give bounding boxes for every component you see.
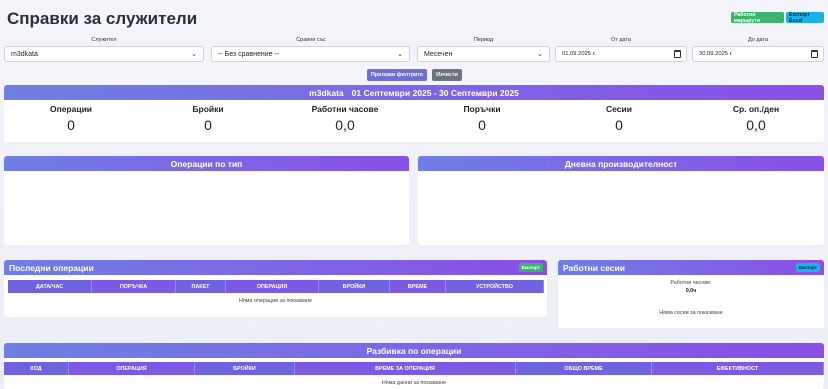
column-header[interactable]: ДАТА/ЧАС: [8, 280, 92, 293]
column-header[interactable]: БРОЙКИ: [319, 280, 390, 293]
apply-filters-button[interactable]: Приложи филтрите: [367, 69, 427, 81]
stat-pieces: Бройки 0: [148, 104, 268, 133]
stats-panel: Операции 0 Бройки 0 Работни часове 0,0 П…: [4, 100, 824, 142]
column-header[interactable]: ВРЕМЕ ЗА ОПЕРАЦИЯ: [295, 362, 516, 375]
stat-orders: Поръчки 0: [422, 104, 542, 133]
recent-operations-card: Последни операции Експорт ДАТА/ЧАС ПОРЪЧ…: [4, 260, 547, 317]
daily-productivity-card: Дневна производителност: [418, 156, 824, 245]
column-header[interactable]: ПОРЪЧКА: [92, 280, 176, 293]
page-title: Справки за служители: [7, 9, 198, 28]
summary-employee: m3dkata: [309, 87, 344, 98]
employee-label: Служител: [91, 37, 117, 43]
from-date-label: От дата: [611, 37, 631, 43]
column-header[interactable]: ЕФЕКТИВНОСТ: [652, 362, 824, 375]
chevron-down-icon: ⌄: [537, 51, 543, 58]
column-header[interactable]: ОПЕРАЦИЯ: [226, 280, 319, 293]
breakdown-empty-message: Няма данни за показване: [381, 380, 447, 386]
summary-range: 01 Септември 2025 - 30 Септември 2025: [351, 87, 519, 98]
column-header[interactable]: БРОЙКИ: [195, 362, 295, 375]
stat-work-hours: Работни часове 0,0: [285, 104, 405, 133]
work-sessions-card: Работни сесии Експорт Работни часове: 0,…: [558, 260, 824, 328]
work-sessions-empty-message: Няма сесии за показване: [659, 310, 723, 316]
recent-operations-empty-message: Няма операции за показване: [238, 298, 313, 304]
calendar-icon[interactable]: [674, 50, 681, 58]
column-header[interactable]: ВРЕМЕ: [390, 280, 446, 293]
chevron-down-icon: ⌄: [397, 51, 403, 58]
stat-label: Бройки: [192, 104, 224, 114]
stat-value: 0: [204, 117, 212, 133]
stat-value: 0: [478, 117, 486, 133]
stat-value: 0: [67, 117, 75, 133]
stat-label: Операции: [49, 104, 93, 114]
stat-label: Сесии: [606, 104, 632, 114]
stat-label: Поръчки: [463, 104, 501, 114]
to-date-input[interactable]: 30.09.2025 г.: [692, 46, 824, 62]
stat-label: Ср. оп./ден: [732, 104, 780, 114]
compare-select-value: -- Без сравнение --: [218, 50, 280, 58]
work-sessions-title: Работни сесии: [558, 260, 824, 275]
column-header[interactable]: ОПЕРАЦИЯ: [69, 362, 195, 375]
column-header[interactable]: ПАКЕТ: [176, 280, 226, 293]
chevron-down-icon: ⌄: [191, 51, 197, 58]
breakdown-card: Разбивка по операции КОД ОПЕРАЦИЯ БРОЙКИ…: [4, 343, 824, 389]
operations-by-type-title: Операции по тип: [4, 156, 409, 171]
stat-value: 0,0: [746, 117, 766, 133]
work-hours-value: 0,0ч: [685, 288, 697, 294]
daily-productivity-title: Дневна производителност: [418, 156, 824, 171]
recent-operations-title: Последни операции: [4, 260, 547, 275]
employee-select[interactable]: m3dkata ⌄: [4, 46, 204, 62]
stat-label: Работни часове: [311, 104, 379, 114]
work-sessions-export-button[interactable]: Експорт: [795, 263, 820, 272]
column-header[interactable]: КОД: [4, 362, 69, 375]
work-routes-button[interactable]: Работни маршрути: [731, 12, 784, 24]
compare-select[interactable]: -- Без сравнение -- ⌄: [211, 46, 410, 62]
recent-operations-export-button[interactable]: Експорт: [518, 263, 543, 272]
stat-operations: Операции 0: [11, 104, 131, 133]
breakdown-table-header: КОД ОПЕРАЦИЯ БРОЙКИ ВРЕМЕ ЗА ОПЕРАЦИЯ ОБ…: [4, 362, 824, 375]
compare-label: Сравни със: [296, 37, 326, 43]
from-date-input[interactable]: 01.09.2025 г.: [555, 46, 687, 62]
stat-avg-ops-per-day: Ср. оп./ден 0,0: [696, 104, 816, 133]
clear-button[interactable]: Изчисти: [432, 69, 462, 81]
stat-value: 0: [615, 117, 623, 133]
stat-value: 0,0: [335, 117, 355, 133]
from-date-value: 01.09.2025 г.: [562, 51, 596, 57]
employee-select-value: m3dkata: [11, 50, 38, 58]
period-select-value: Месечен: [424, 50, 453, 58]
breakdown-title: Разбивка по операции: [4, 343, 824, 358]
column-header[interactable]: ОБЩО ВРЕМЕ: [516, 362, 652, 375]
work-hours-label: Работни часове:: [670, 280, 712, 286]
period-label: Период: [473, 37, 494, 43]
to-date-label: До дата: [747, 37, 769, 43]
export-excel-button[interactable]: Експорт Excel: [786, 12, 824, 24]
summary-header: m3dkata 01 Септември 2025 - 30 Септември…: [4, 85, 824, 100]
to-date-value: 30.09.2025 г.: [699, 51, 733, 57]
column-header[interactable]: УСТРОЙСТВО: [446, 280, 544, 293]
calendar-icon[interactable]: [811, 50, 818, 58]
period-select[interactable]: Месечен ⌄: [417, 46, 550, 62]
stat-sessions: Сесии 0: [559, 104, 679, 133]
recent-operations-table-header: ДАТА/ЧАС ПОРЪЧКА ПАКЕТ ОПЕРАЦИЯ БРОЙКИ В…: [8, 280, 544, 293]
operations-by-type-card: Операции по тип: [4, 156, 409, 245]
